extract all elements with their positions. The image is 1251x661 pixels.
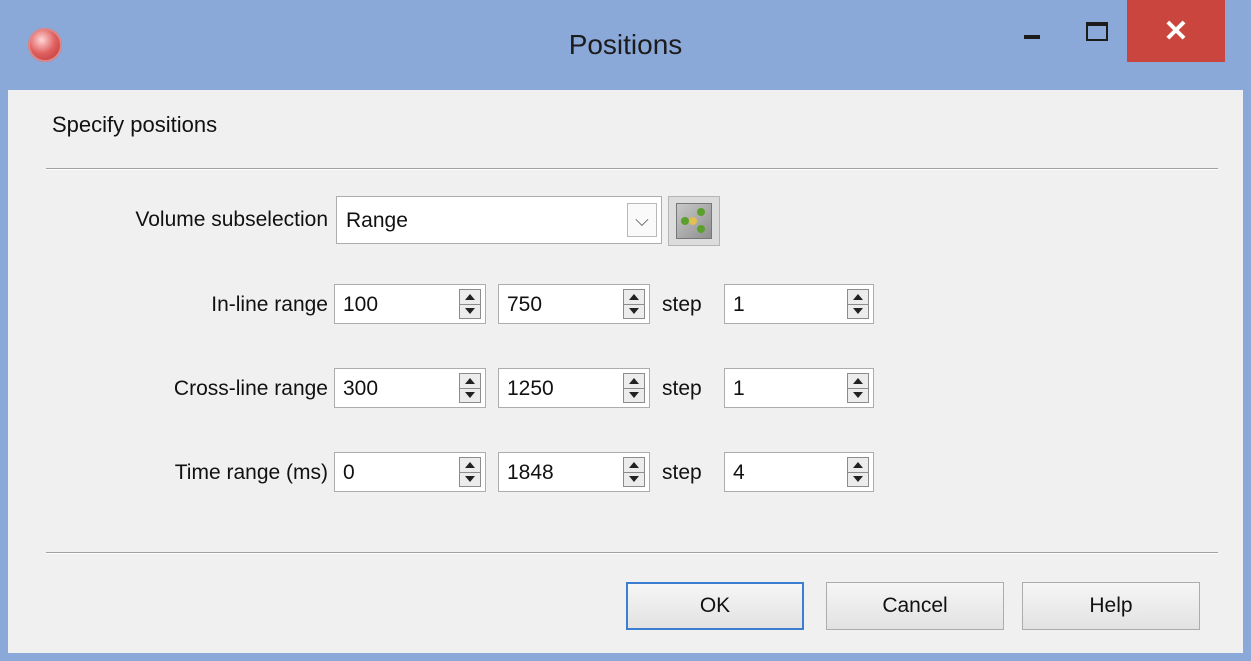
spin-up-icon[interactable]: [624, 290, 644, 305]
bottom-divider: [46, 552, 1218, 554]
spin-down-icon[interactable]: [624, 473, 644, 487]
dialog-body: Specify positions Volume subselection Ra…: [8, 90, 1243, 653]
minimize-icon: [1024, 35, 1040, 39]
volume-select-tool-button[interactable]: [668, 196, 720, 246]
time-step-spinbox[interactable]: 4: [724, 452, 874, 492]
inline-range-label: In-line range: [211, 293, 328, 316]
spin-down-icon[interactable]: [848, 305, 868, 319]
spin-up-icon[interactable]: [848, 458, 868, 473]
spin-arrows[interactable]: [459, 373, 481, 403]
maximize-icon: [1086, 21, 1108, 41]
minimize-button[interactable]: [1005, 0, 1059, 62]
spin-down-icon[interactable]: [624, 389, 644, 403]
spin-up-icon[interactable]: [460, 374, 480, 389]
spin-arrows[interactable]: [623, 457, 645, 487]
spin-up-icon[interactable]: [460, 290, 480, 305]
dialog-subtitle: Specify positions: [52, 112, 218, 137]
cancel-button[interactable]: Cancel: [826, 582, 1004, 630]
spin-arrows[interactable]: [459, 457, 481, 487]
spin-arrows[interactable]: [623, 373, 645, 403]
inline-step-value: 1: [733, 293, 745, 316]
volume-cube-icon: [676, 203, 712, 239]
time-start-value: 0: [343, 461, 355, 484]
positions-dialog: Positions ✕ Specify positions Volume sub…: [0, 0, 1251, 661]
inline-start-value: 100: [343, 293, 379, 316]
close-icon: ✕: [1163, 14, 1189, 48]
volume-subselection-value: Range: [346, 209, 408, 232]
time-stop-spinbox[interactable]: 1848: [498, 452, 650, 492]
spin-up-icon[interactable]: [848, 290, 868, 305]
spin-down-icon[interactable]: [460, 305, 480, 319]
spin-down-icon[interactable]: [460, 473, 480, 487]
maximize-button[interactable]: [1070, 0, 1124, 62]
time-stop-value: 1848: [507, 461, 554, 484]
spin-up-icon[interactable]: [624, 458, 644, 473]
spin-arrows[interactable]: [847, 289, 869, 319]
spin-down-icon[interactable]: [848, 473, 868, 487]
crossline-stop-value: 1250: [507, 377, 554, 400]
spin-up-icon[interactable]: [848, 374, 868, 389]
crossline-step-label: step: [662, 377, 702, 400]
spin-down-icon[interactable]: [848, 389, 868, 403]
top-divider: [46, 168, 1218, 170]
crossline-step-value: 1: [733, 377, 745, 400]
chevron-down-icon[interactable]: ⌵: [627, 203, 657, 237]
crossline-range-label: Cross-line range: [173, 377, 328, 400]
spin-down-icon[interactable]: [624, 305, 644, 319]
help-button[interactable]: Help: [1022, 582, 1200, 630]
spin-up-icon[interactable]: [460, 458, 480, 473]
crossline-start-value: 300: [343, 377, 379, 400]
crossline-start-spinbox[interactable]: 300: [334, 368, 486, 408]
inline-step-label: step: [662, 293, 702, 316]
time-start-spinbox[interactable]: 0: [334, 452, 486, 492]
window-title: Positions: [568, 29, 683, 60]
spin-arrows[interactable]: [459, 289, 481, 319]
spin-arrows[interactable]: [847, 457, 869, 487]
inline-start-spinbox[interactable]: 100: [334, 284, 486, 324]
ok-button[interactable]: OK: [626, 582, 804, 630]
crossline-stop-spinbox[interactable]: 1250: [498, 368, 650, 408]
inline-stop-spinbox[interactable]: 750: [498, 284, 650, 324]
time-range-label: Time range (ms): [174, 461, 328, 484]
volume-subselection-label: Volume subselection: [135, 208, 328, 231]
crossline-step-spinbox[interactable]: 1: [724, 368, 874, 408]
close-button[interactable]: ✕: [1127, 0, 1225, 62]
spin-down-icon[interactable]: [460, 389, 480, 403]
inline-step-spinbox[interactable]: 1: [724, 284, 874, 324]
spin-arrows[interactable]: [847, 373, 869, 403]
spin-arrows[interactable]: [623, 289, 645, 319]
title-bar[interactable]: Positions ✕: [0, 0, 1251, 90]
spin-up-icon[interactable]: [624, 374, 644, 389]
inline-stop-value: 750: [507, 293, 543, 316]
volume-subselection-dropdown[interactable]: Range ⌵: [336, 196, 662, 244]
time-step-label: step: [662, 461, 702, 484]
time-step-value: 4: [733, 461, 745, 484]
